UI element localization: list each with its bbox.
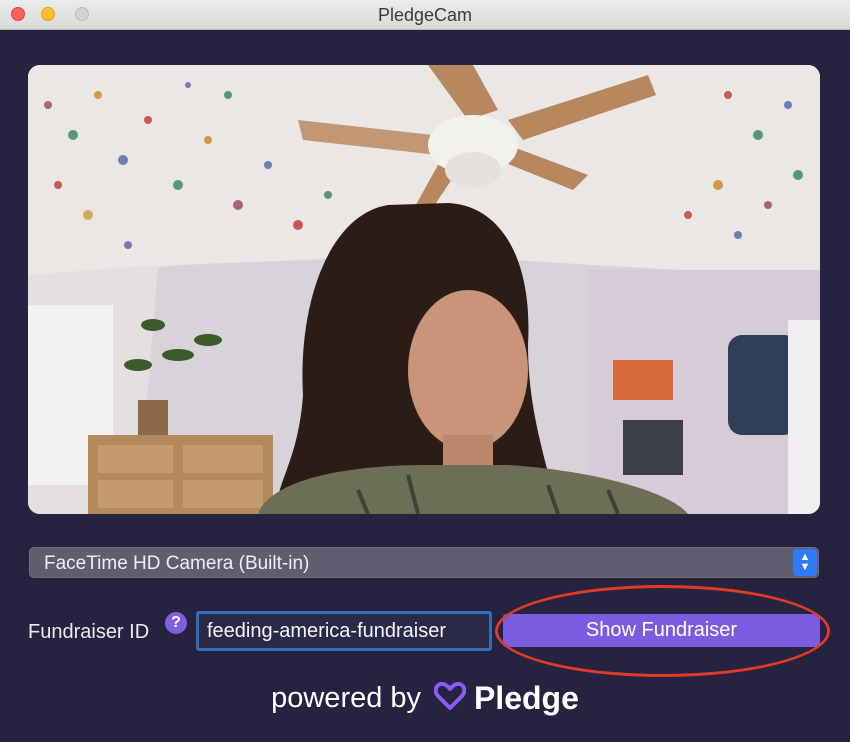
- camera-select-value: FaceTime HD Camera (Built-in): [44, 553, 310, 574]
- powered-by-label: powered by: [271, 682, 422, 714]
- show-fundraiser-button[interactable]: Show Fundraiser: [503, 614, 820, 647]
- camera-preview: [28, 65, 820, 514]
- fundraiser-id-label: Fundraiser ID: [28, 621, 150, 643]
- fundraiser-id-input[interactable]: [196, 611, 492, 651]
- title-bar: PledgeCam: [0, 0, 850, 30]
- heart-logo-icon: [433, 681, 466, 715]
- window-title: PledgeCam: [377, 5, 473, 25]
- help-icon[interactable]: ?: [165, 612, 187, 634]
- chevron-updown-icon[interactable]: ▲ ▼: [793, 549, 817, 576]
- app-window: PledgeCam FaceTime HD Camera (Built-in) …: [0, 0, 850, 742]
- brand-name: Pledge: [473, 680, 579, 716]
- camera-select[interactable]: FaceTime HD Camera (Built-in) ▲ ▼: [29, 547, 819, 578]
- powered-by-footer: powered by Pledge: [0, 680, 850, 717]
